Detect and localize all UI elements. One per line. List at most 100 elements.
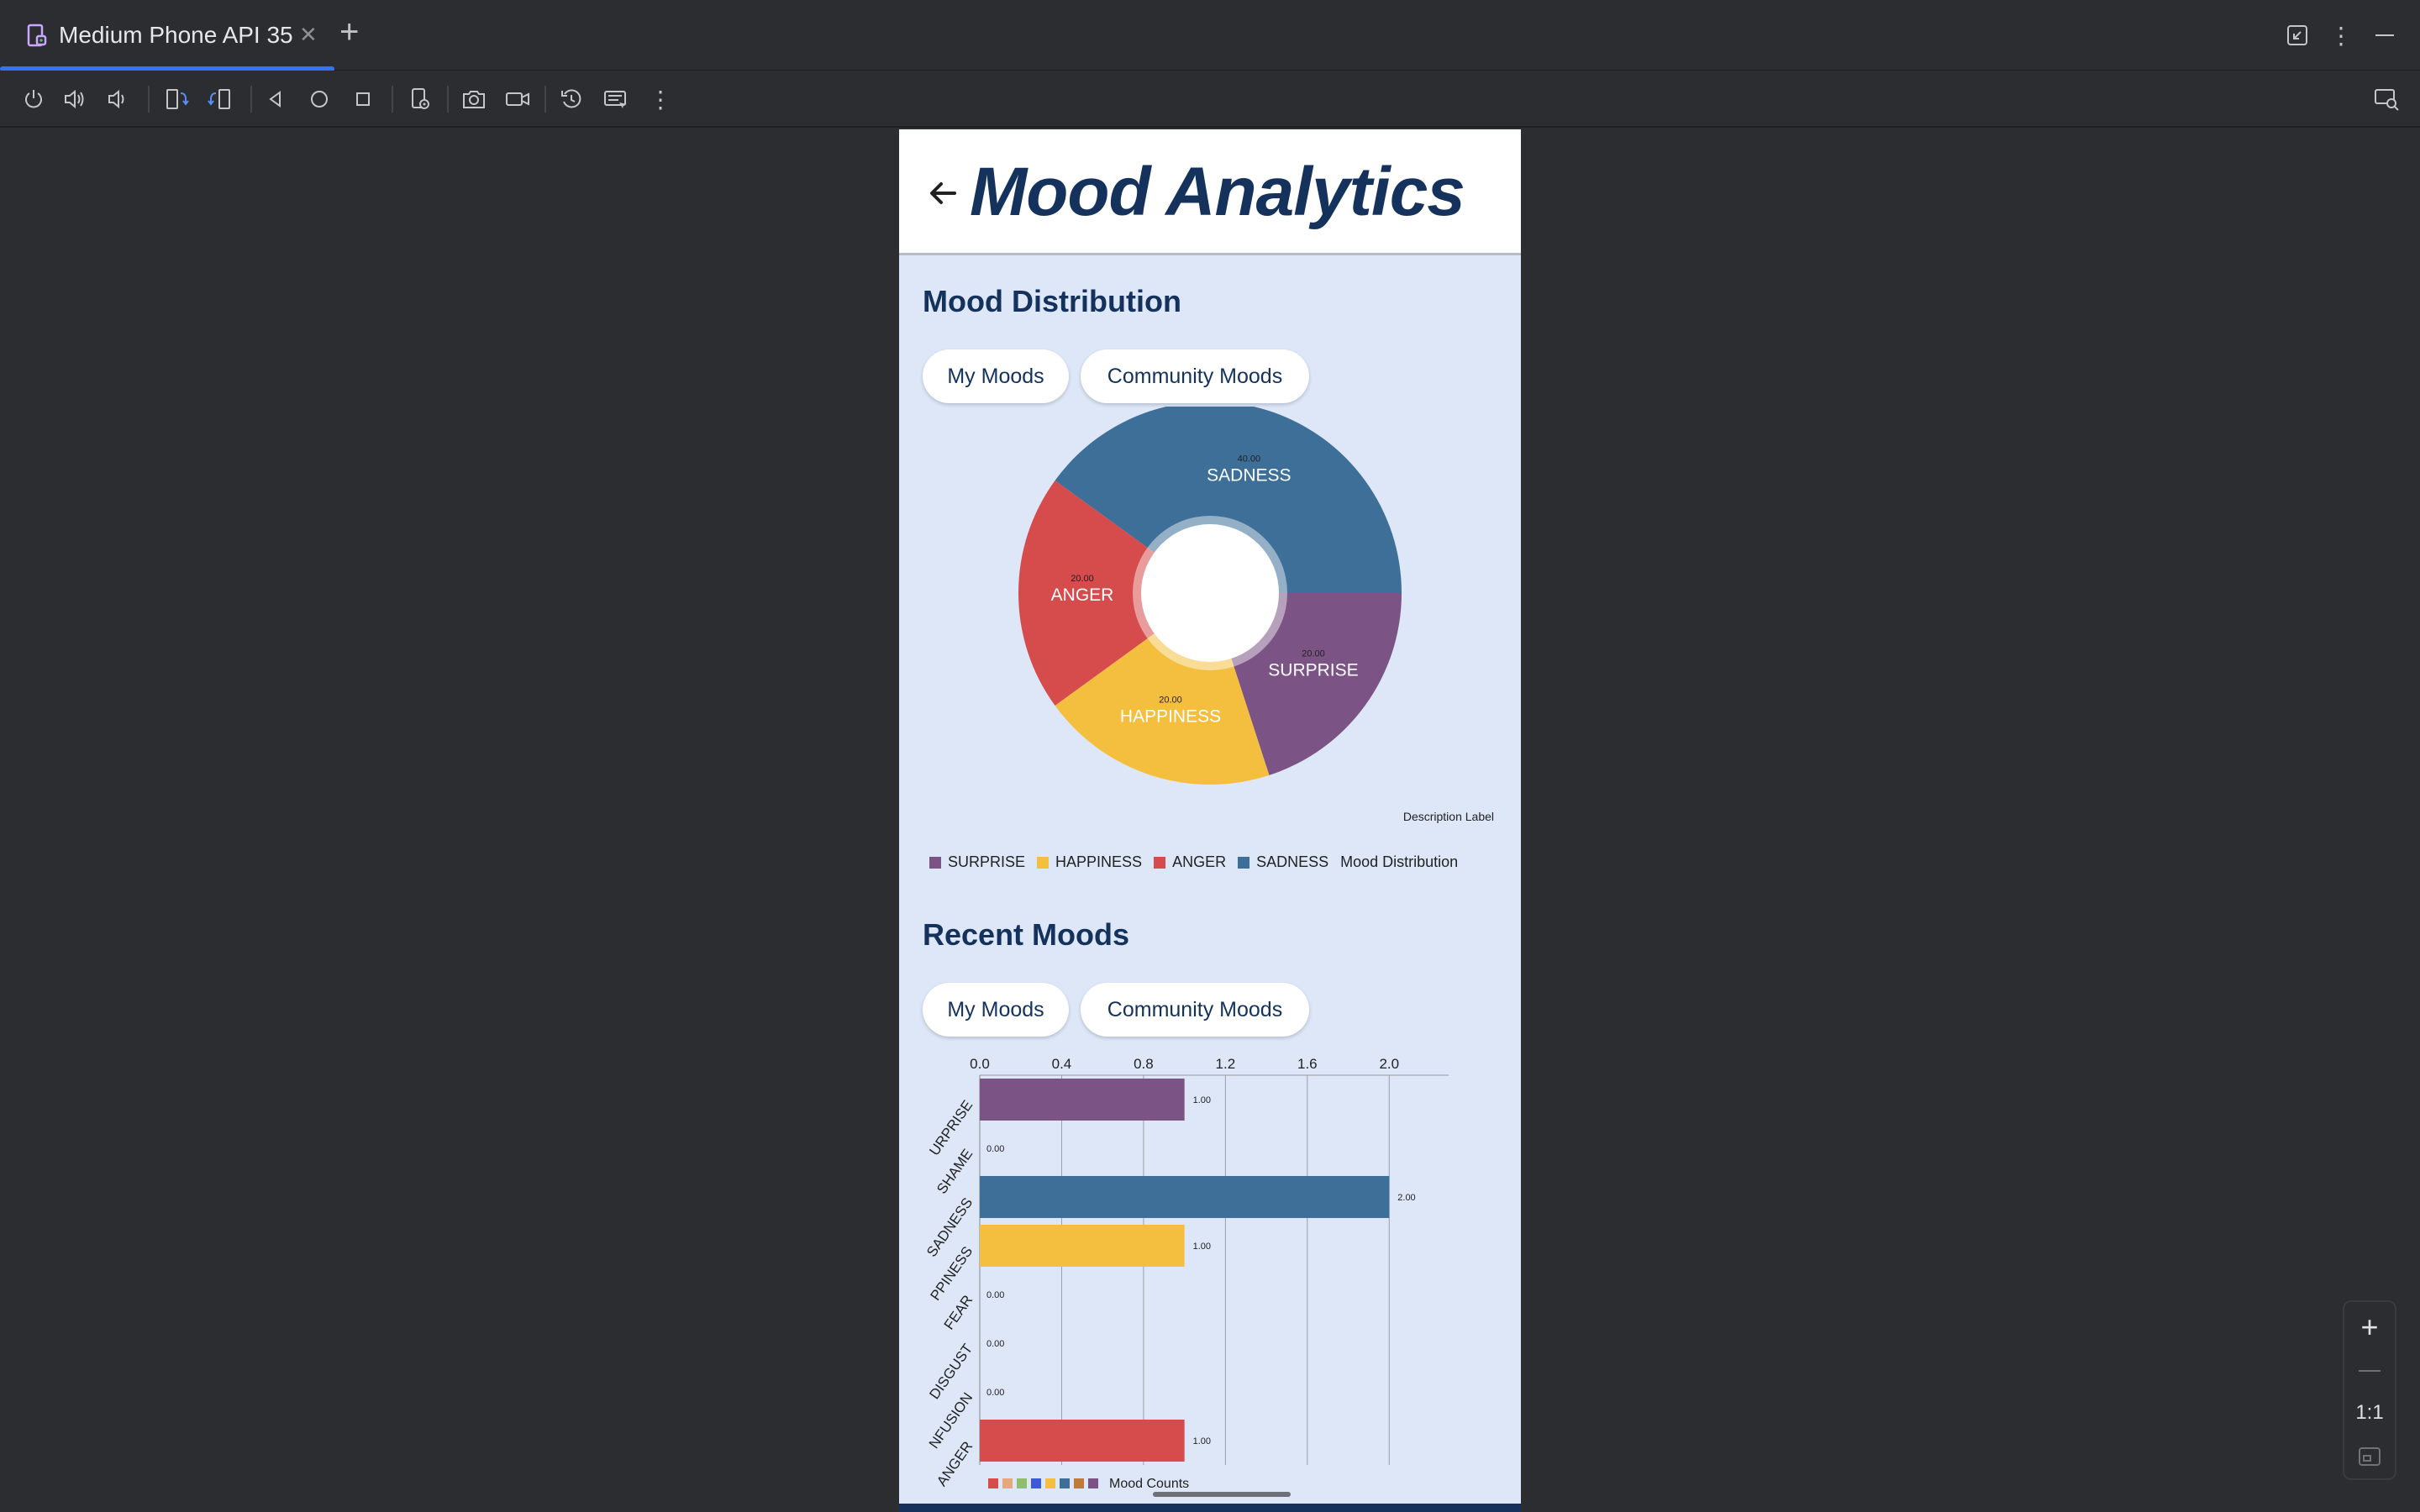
pie-value-label: 20.00 xyxy=(1302,648,1325,659)
legend-item: SURPRISE xyxy=(929,853,1025,871)
screen-record-icon[interactable] xyxy=(501,82,534,116)
x-tick-label: 1.2 xyxy=(1216,1056,1236,1072)
bar-value-label: 0.00 xyxy=(986,1144,1004,1154)
chart-description-label: Description Label xyxy=(1402,810,1494,823)
bar-value-label: 0.00 xyxy=(986,1290,1004,1300)
bar-value-label: 2.00 xyxy=(1397,1193,1415,1203)
gesture-nav-handle[interactable] xyxy=(1153,1492,1291,1497)
bar-legend-swatch xyxy=(1074,1478,1084,1488)
mood-distribution-pie-chart: 40.00SADNESS20.00SURPRISE20.00HAPPINESS2… xyxy=(1018,407,1402,785)
my-moods-button-recent[interactable]: My Moods xyxy=(923,983,1069,1037)
legend-item: ANGER xyxy=(1154,853,1226,871)
zoom-in-icon[interactable]: + xyxy=(2344,1310,2395,1344)
y-tick-group: FEAR xyxy=(941,1292,976,1332)
pie-hole xyxy=(1141,524,1279,662)
overview-icon[interactable] xyxy=(346,82,380,116)
more-options-icon[interactable]: ⋮ xyxy=(2324,18,2358,52)
mirror-input-icon[interactable] xyxy=(598,82,632,116)
y-tick-label: NFUSION xyxy=(926,1389,976,1452)
arrow-back-icon[interactable] xyxy=(923,173,963,213)
x-tick-label: 2.0 xyxy=(1379,1056,1399,1072)
recent-moods-bar-chart: 0.0 0.4 0.8 1.2 1.6 2.01.00URPRISE 0.00SHAME2.… xyxy=(923,1056,1449,1491)
legend-label: Mood Distribution xyxy=(1340,853,1459,870)
toolbar-separator xyxy=(392,86,393,113)
legend-swatch xyxy=(1037,856,1050,869)
x-tick-label: 1.6 xyxy=(1297,1056,1318,1072)
my-moods-button[interactable]: My Moods xyxy=(923,349,1069,403)
bar-legend-swatch xyxy=(1002,1478,1013,1488)
bar-surprise xyxy=(980,1079,1185,1121)
rotate-left-icon[interactable] xyxy=(160,82,193,116)
volume-up-icon[interactable] xyxy=(59,82,92,116)
x-tick-label: 0.8 xyxy=(1134,1056,1154,1072)
device-settings-icon[interactable] xyxy=(403,82,437,116)
zoom-out-icon[interactable] xyxy=(2344,1354,2395,1388)
pie-category-label: ANGER xyxy=(1051,585,1114,605)
volume-down-icon[interactable] xyxy=(101,82,134,116)
bar-legend-swatch xyxy=(1088,1478,1098,1488)
emulator-toolbar: ⋮ xyxy=(0,71,2420,128)
section-title-recent: Recent Moods xyxy=(923,917,1130,952)
legend-item: Mood Distribution xyxy=(1340,853,1458,871)
bar-sadness xyxy=(980,1176,1390,1218)
y-tick-group: URPRISE xyxy=(926,1097,976,1158)
pie-category-label: SADNESS xyxy=(1207,465,1291,485)
collapse-window-icon[interactable] xyxy=(2281,18,2314,52)
y-tick-group: NFUSION xyxy=(926,1389,976,1452)
y-tick-label: FEAR xyxy=(941,1292,976,1332)
legend-swatch xyxy=(1154,856,1166,869)
legend-swatch xyxy=(929,856,941,869)
legend-label: SURPRISE xyxy=(948,853,1026,870)
community-moods-button[interactable]: Community Moods xyxy=(1081,349,1309,403)
bar-legend-swatch xyxy=(1031,1478,1041,1488)
legend-item: HAPPINESS xyxy=(1037,853,1142,871)
zoom-fit-icon[interactable] xyxy=(2344,1440,2395,1473)
pie-category-label: HAPPINESS xyxy=(1120,707,1221,727)
y-tick-label: URPRISE xyxy=(926,1097,976,1158)
bar-legend-swatch xyxy=(988,1478,998,1488)
close-tab-icon[interactable]: ✕ xyxy=(299,22,318,48)
bar-happiness xyxy=(980,1225,1185,1267)
pie-value-label: 40.00 xyxy=(1238,454,1261,464)
bar-value-label: 1.00 xyxy=(1193,1095,1211,1105)
legend-label: HAPPINESS xyxy=(1055,853,1143,870)
section-title-distribution: Mood Distribution xyxy=(923,284,1181,318)
toolbar-separator xyxy=(544,86,546,113)
emulator-screen[interactable]: Mood Analytics Mood Distribution My Mood… xyxy=(899,129,1521,1512)
power-icon[interactable] xyxy=(17,82,50,116)
y-tick-group: DISGUST xyxy=(926,1341,976,1402)
legend-label: SADNESS xyxy=(1256,853,1329,870)
back-icon[interactable] xyxy=(259,82,292,116)
toolbar-separator xyxy=(447,86,449,113)
tab-device[interactable]: Medium Phone API 35 ✕ xyxy=(0,0,334,71)
y-tick-label: DISGUST xyxy=(926,1341,976,1402)
bar-anger xyxy=(980,1420,1185,1462)
bar-value-label: 1.00 xyxy=(1193,1242,1211,1252)
screenshot-icon[interactable] xyxy=(457,82,491,116)
pie-value-label: 20.00 xyxy=(1159,696,1182,706)
legend-label: ANGER xyxy=(1172,853,1227,870)
bar-legend-swatch xyxy=(1045,1478,1055,1488)
legend-item: SADNESS xyxy=(1238,853,1328,871)
minimize-icon[interactable] xyxy=(2368,18,2402,52)
bar-legend-swatch xyxy=(1017,1478,1027,1488)
pie-legend: SURPRISE HAPPINESS ANGER SADNESS Mood Distri… xyxy=(929,853,1470,871)
app-bar: Mood Analytics xyxy=(899,129,1521,255)
legend-swatch xyxy=(1238,856,1250,869)
bar-value-label: 0.00 xyxy=(986,1339,1004,1349)
bar-value-label: 0.00 xyxy=(986,1388,1004,1398)
toolbar-more-icon[interactable]: ⋮ xyxy=(644,82,677,116)
bar-legend-swatch xyxy=(1060,1478,1070,1488)
toolbar-separator xyxy=(250,86,252,113)
community-moods-button-recent[interactable]: Community Moods xyxy=(1081,983,1309,1037)
snapshot-icon[interactable] xyxy=(555,82,588,116)
zoom-panel: + 1:1 xyxy=(2343,1300,2396,1480)
tab-title: Medium Phone API 35 xyxy=(59,22,293,48)
bar-value-label: 1.00 xyxy=(1193,1436,1211,1446)
page-title: Mood Analytics xyxy=(970,154,1465,230)
device-explorer-icon[interactable] xyxy=(2370,82,2403,116)
add-tab-icon[interactable]: + xyxy=(339,13,359,51)
rotate-right-icon[interactable] xyxy=(203,82,237,116)
zoom-actual-size-button[interactable]: 1:1 xyxy=(2344,1396,2395,1430)
home-icon[interactable] xyxy=(302,82,336,116)
